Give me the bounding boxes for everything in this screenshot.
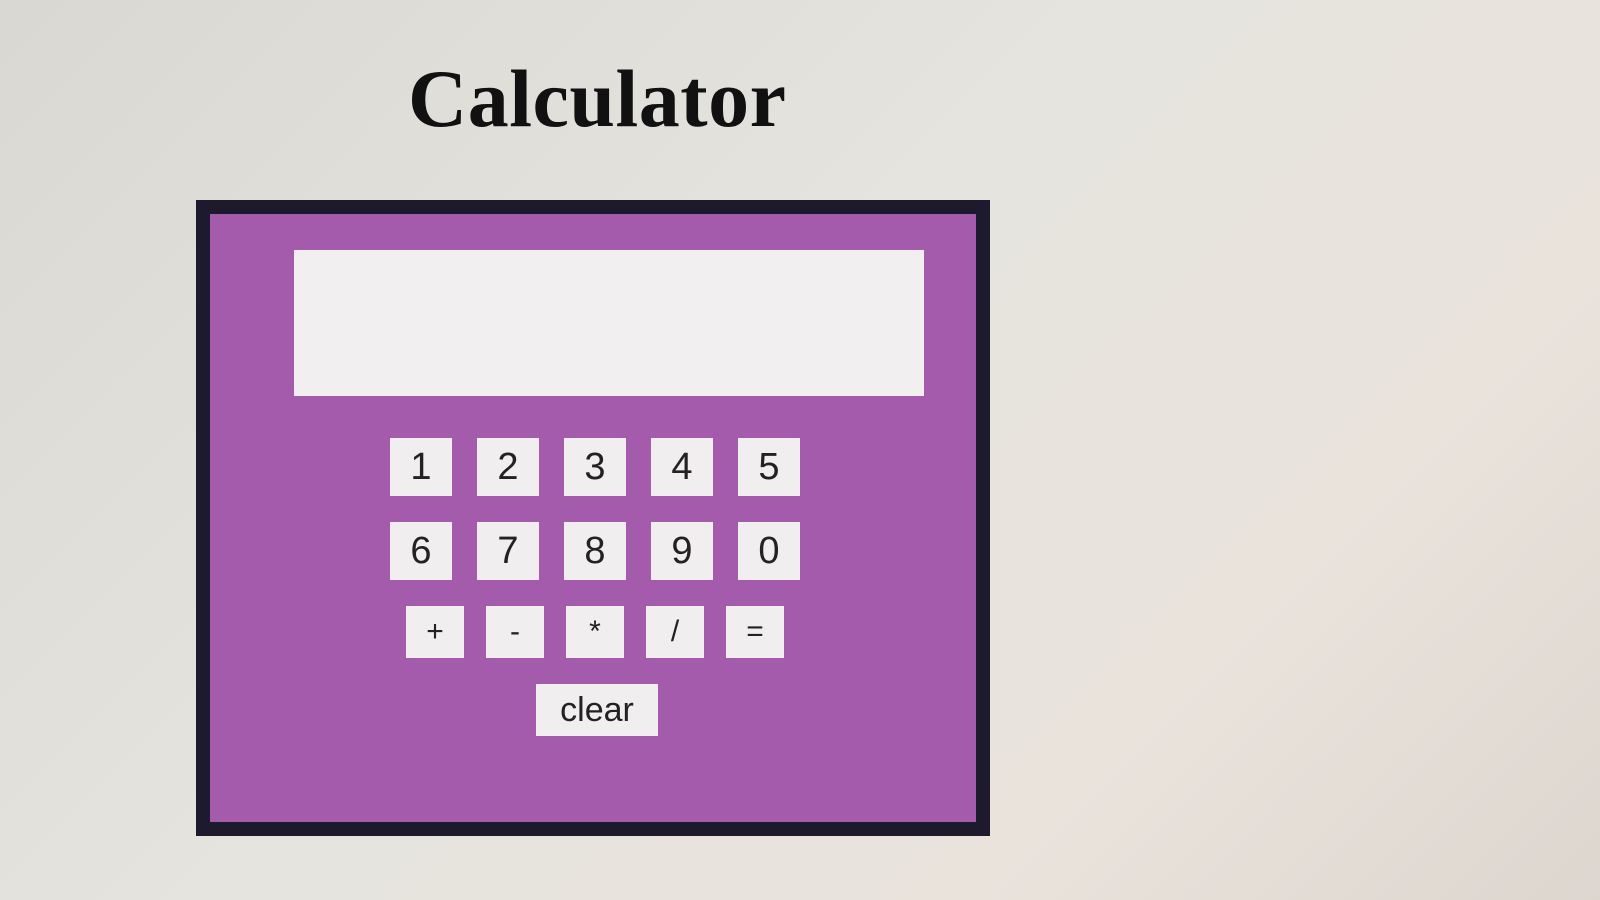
digit-row-2: 6 7 8 9 0 xyxy=(390,522,810,580)
key-3[interactable]: 3 xyxy=(564,438,626,496)
key-9[interactable]: 9 xyxy=(651,522,713,580)
clear-row: clear xyxy=(390,684,810,736)
keypad: 1 2 3 4 5 6 7 8 9 0 + - * / = clear xyxy=(390,438,810,736)
key-2[interactable]: 2 xyxy=(477,438,539,496)
key-6[interactable]: 6 xyxy=(390,522,452,580)
calculator-display[interactable] xyxy=(294,250,924,396)
key-add[interactable]: + xyxy=(406,606,464,658)
calculator-body: 1 2 3 4 5 6 7 8 9 0 + - * / = clear xyxy=(210,214,976,822)
key-divide[interactable]: / xyxy=(646,606,704,658)
page-title: Calculator xyxy=(408,53,787,144)
key-equals[interactable]: = xyxy=(726,606,784,658)
key-subtract[interactable]: - xyxy=(486,606,544,658)
key-multiply[interactable]: * xyxy=(566,606,624,658)
digit-row-1: 1 2 3 4 5 xyxy=(390,438,810,496)
key-7[interactable]: 7 xyxy=(477,522,539,580)
operator-row: + - * / = xyxy=(390,606,810,658)
calculator-frame: 1 2 3 4 5 6 7 8 9 0 + - * / = clear xyxy=(196,200,990,836)
key-1[interactable]: 1 xyxy=(390,438,452,496)
key-4[interactable]: 4 xyxy=(651,438,713,496)
clear-button[interactable]: clear xyxy=(536,684,658,736)
key-8[interactable]: 8 xyxy=(564,522,626,580)
page: Calculator 1 2 3 4 5 6 7 8 9 0 + - * / =… xyxy=(0,0,1600,900)
key-0[interactable]: 0 xyxy=(738,522,800,580)
key-5[interactable]: 5 xyxy=(738,438,800,496)
